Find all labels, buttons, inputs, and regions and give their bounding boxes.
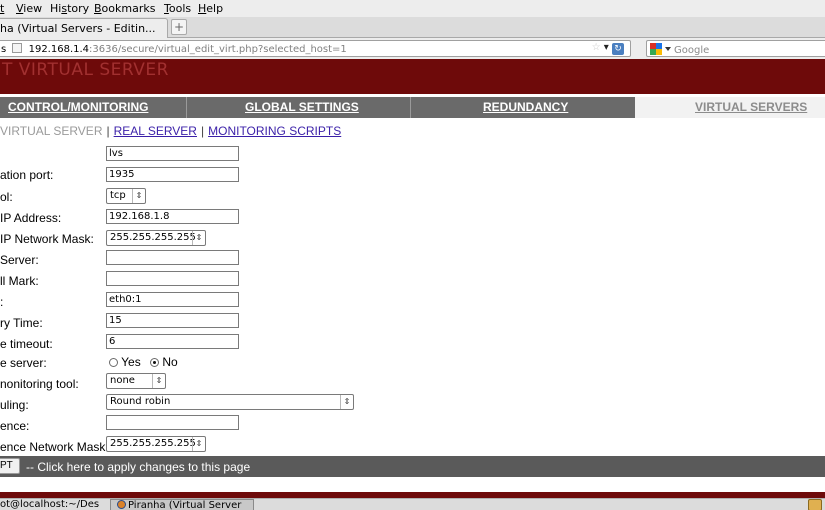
vip-address-field[interactable]: 192.168.1.8: [106, 209, 239, 224]
menu-item[interactable]: View: [16, 2, 42, 15]
device-field[interactable]: eth0:1: [106, 292, 239, 307]
select-arrow-icon: ⇕: [152, 374, 165, 388]
monitoring-tool-label: nonitoring tool:: [0, 377, 79, 391]
sub-navigation: VIRTUAL SERVER | REAL SERVER | MONITORING SC…: [0, 124, 341, 138]
reentry-time-field[interactable]: 15: [106, 313, 239, 328]
device-label: :: [0, 295, 4, 309]
tab-redundancy[interactable]: REDUNDANCY: [483, 97, 568, 118]
menu-item-label: iew: [23, 2, 43, 15]
persistence-field[interactable]: [106, 415, 239, 430]
quiesce-yes-radio[interactable]: [109, 358, 118, 367]
url-path: :3636/secure/virtual_edit_virt.php?selec…: [89, 44, 347, 55]
taskbar-browser-label: Piranha (Virtual Server: [128, 500, 242, 510]
browser-tab[interactable]: ha (Virtual Servers - Editin...: [0, 18, 168, 38]
menu-item[interactable]: History: [50, 2, 89, 15]
tab-virtual-servers[interactable]: VIRTUAL SERVERS: [635, 97, 825, 118]
menu-item[interactable]: Bookmarks: [94, 2, 155, 15]
menu-item-label: elp: [206, 2, 224, 15]
site-icon: [12, 43, 23, 53]
quiesce-no-label: No: [162, 355, 178, 369]
bookmark-star-icon[interactable]: ☆: [592, 42, 601, 53]
browser-tab-title: ha (Virtual Servers - Editin...: [0, 22, 156, 35]
search-placeholder: Google: [674, 45, 710, 56]
menu-item[interactable]: Tools: [164, 2, 191, 15]
subnav-monitoring-scripts[interactable]: MONITORING SCRIPTS: [208, 124, 341, 138]
name-field[interactable]: lvs: [106, 146, 239, 161]
reload-icon[interactable]: ↻: [612, 43, 624, 55]
firefox-icon: [117, 500, 126, 509]
page-title: T VIRTUAL SERVER: [2, 60, 169, 80]
vip-network-mask-label: IP Network Mask:: [0, 232, 94, 246]
sorry-server-label: Server:: [0, 253, 39, 267]
select-arrow-icon: ⇕: [192, 231, 205, 245]
quiesce-server-label: e server:: [0, 356, 47, 370]
url-bar-icons: ☆ ▾ ↻: [592, 42, 624, 55]
subnav-separator: |: [106, 124, 110, 138]
vip-address-label: IP Address:: [0, 211, 62, 225]
persistence-network-mask-value: 255.255.255.255: [110, 438, 196, 449]
persistence-label: ence:: [0, 419, 30, 433]
new-tab-button[interactable]: +: [171, 19, 187, 35]
taskbar-browser[interactable]: Piranha (Virtual Server: [110, 499, 254, 510]
navigation-bar: s 192.168.1.4:3636/secure/virtual_edit_v…: [0, 38, 825, 59]
url-dropdown-icon[interactable]: ▾: [604, 42, 609, 53]
tab-control-monitoring[interactable]: CONTROL/MONITORING: [8, 97, 148, 118]
persistence-network-mask-label: ence Network Mask:: [0, 440, 109, 454]
accept-bar: PT -- Click here to apply changes to thi…: [0, 456, 825, 477]
search-bar[interactable]: Google: [646, 40, 825, 57]
menu-item-label: ookmarks: [101, 2, 156, 15]
service-timeout-label: e timeout:: [0, 337, 53, 351]
menu-item-label: ools: [168, 2, 192, 15]
quiesce-yes-label: Yes: [121, 355, 141, 369]
subnav-real-server[interactable]: REAL SERVER: [114, 124, 197, 138]
taskbar-terminal[interactable]: ot@localhost:~/Des: [0, 499, 102, 510]
select-arrow-icon: ⇕: [132, 189, 145, 203]
nav-divider: [410, 97, 411, 118]
persistence-network-mask-select[interactable]: 255.255.255.255 ⇕: [106, 436, 206, 452]
nav-divider: [186, 97, 187, 118]
menu-item-label: tory: [67, 2, 90, 15]
menu-item-label: Hi: [50, 2, 62, 15]
vip-network-mask-value: 255.255.255.255: [110, 232, 196, 243]
notification-icon[interactable]: [808, 499, 822, 510]
reentry-time-label: ry Time:: [0, 316, 43, 330]
accept-hint: -- Click here to apply changes to this p…: [26, 460, 251, 474]
url-bar[interactable]: s 192.168.1.4:3636/secure/virtual_edit_v…: [0, 40, 631, 57]
monitoring-tool-value: none: [110, 375, 135, 386]
protocol-select[interactable]: tcp ⇕: [106, 188, 146, 204]
quiesce-server-options: Yes No: [109, 355, 178, 369]
scheduling-select[interactable]: Round robin ⇕: [106, 394, 354, 410]
accept-button[interactable]: PT: [0, 458, 20, 474]
google-icon[interactable]: [650, 43, 672, 55]
protocol-value: tcp: [110, 190, 126, 201]
sorry-server-field[interactable]: [106, 250, 239, 265]
application-port-field[interactable]: 1935: [106, 167, 239, 182]
firewall-mark-field[interactable]: [106, 271, 239, 286]
menu-item-accelerator: B: [94, 2, 102, 15]
scheduling-value: Round robin: [110, 396, 171, 407]
url-host: 192.168.1.4: [28, 44, 90, 55]
firewall-mark-label: ll Mark:: [0, 274, 39, 288]
menu-item-accelerator: it: [0, 2, 5, 15]
menu-item[interactable]: Help: [198, 2, 223, 15]
subnav-virtual-server: VIRTUAL SERVER: [0, 124, 103, 138]
url-prefix: s: [1, 44, 7, 55]
quiesce-no-radio[interactable]: [150, 358, 160, 367]
select-arrow-icon: ⇕: [340, 395, 353, 409]
monitoring-tool-select[interactable]: none ⇕: [106, 373, 166, 389]
page-header: T VIRTUAL SERVER: [0, 59, 825, 94]
tab-global-settings[interactable]: GLOBAL SETTINGS: [245, 97, 359, 118]
main-nav: CONTROL/MONITORING GLOBAL SETTINGS REDUN…: [0, 97, 825, 118]
application-port-label: ation port:: [0, 168, 54, 182]
menu-bar: it View History Bookmarks Tools Help: [0, 0, 825, 17]
protocol-label: ol:: [0, 190, 13, 204]
tab-strip: ha (Virtual Servers - Editin... +: [0, 17, 825, 38]
menu-item[interactable]: it: [0, 2, 4, 15]
subnav-separator: |: [200, 124, 205, 138]
taskbar: ot@localhost:~/Des Piranha (Virtual Serv…: [0, 498, 825, 510]
scheduling-label: uling:: [0, 398, 29, 412]
select-arrow-icon: ⇕: [192, 437, 205, 451]
service-timeout-field[interactable]: 6: [106, 334, 239, 349]
vip-network-mask-select[interactable]: 255.255.255.255 ⇕: [106, 230, 206, 246]
